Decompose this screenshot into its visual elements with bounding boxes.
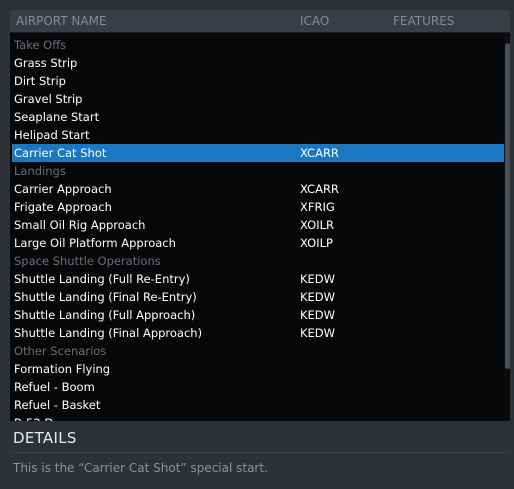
category-label: Other Scenarios	[14, 344, 107, 358]
list-item[interactable]: Formation Flying	[12, 360, 504, 378]
category-header: Take Offs	[12, 36, 504, 54]
icao-code: KEDW	[300, 272, 336, 286]
icao-code: KEDW	[300, 326, 336, 340]
category-header: Space Shuttle Operations	[12, 252, 504, 270]
airport-name: Carrier Approach	[14, 182, 112, 196]
airport-list-rows: Take Offs Grass Strip Dirt Strip Gravel Str…	[12, 36, 504, 421]
column-header-airport-name[interactable]: AIRPORT NAME	[16, 10, 107, 32]
airport-name: B-52 D...	[14, 414, 64, 421]
airport-name: Grass Strip	[14, 56, 78, 70]
category-header: Landings	[12, 162, 504, 180]
airport-name: Frigate Approach	[14, 200, 112, 214]
category-header: Other Scenarios	[12, 342, 504, 360]
icao-code: XFRIG	[300, 200, 335, 214]
airport-name: Small Oil Rig Approach	[14, 218, 146, 232]
list-item[interactable]: Refuel - Boom	[12, 378, 504, 396]
list-item[interactable]: Shuttle Landing (Final Re-Entry) KEDW	[12, 288, 504, 306]
airport-list: Take Offs Grass Strip Dirt Strip Gravel Str…	[10, 33, 510, 421]
category-label: Take Offs	[14, 38, 67, 52]
list-item[interactable]: Carrier Approach XCARR	[12, 180, 504, 198]
list-item[interactable]: B-52 D...	[12, 414, 504, 421]
list-item[interactable]: Seaplane Start	[12, 108, 504, 126]
details-description: This is the “Carrier Cat Shot” special s…	[13, 461, 268, 475]
airport-name: Shuttle Landing (Full Re-Entry)	[14, 272, 190, 286]
list-item[interactable]: Dirt Strip	[12, 72, 504, 90]
list-item[interactable]: Shuttle Landing (Full Approach) KEDW	[12, 306, 504, 324]
airport-name: Shuttle Landing (Final Approach)	[14, 326, 203, 340]
airport-name: Large Oil Platform Approach	[14, 236, 176, 250]
list-item[interactable]: Small Oil Rig Approach XOILR	[12, 216, 504, 234]
icao-code: XOILP	[300, 236, 333, 250]
list-item[interactable]: Refuel - Basket	[12, 396, 504, 414]
list-scrollbar[interactable]	[504, 33, 510, 421]
airport-name: Seaplane Start	[14, 110, 100, 124]
airport-name: Gravel Strip	[14, 92, 83, 106]
list-item[interactable]: Gravel Strip	[12, 90, 504, 108]
details-divider	[10, 452, 510, 453]
details-title: DETAILS	[13, 429, 77, 447]
column-header-icao[interactable]: ICAO	[300, 10, 329, 32]
airport-name: Formation Flying	[14, 362, 111, 376]
category-label: Landings	[14, 164, 66, 178]
list-item[interactable]: Frigate Approach XFRIG	[12, 198, 504, 216]
list-item[interactable]: Carrier Cat Shot XCARR	[12, 144, 504, 162]
list-header: AIRPORT NAME ICAO FEATURES	[10, 10, 510, 33]
column-header-features[interactable]: FEATURES	[393, 10, 454, 32]
airport-name: Refuel - Boom	[14, 380, 95, 394]
icao-code: KEDW	[300, 308, 336, 322]
airport-name: Helipad Start	[14, 128, 90, 142]
scrollbar-thumb[interactable]	[505, 43, 510, 369]
icao-code: XCARR	[300, 182, 339, 196]
list-item[interactable]: Shuttle Landing (Full Re-Entry) KEDW	[12, 270, 504, 288]
icao-code: XCARR	[300, 146, 339, 160]
airport-name: Refuel - Basket	[14, 398, 101, 412]
list-item[interactable]: Shuttle Landing (Final Approach) KEDW	[12, 324, 504, 342]
list-item[interactable]: Grass Strip	[12, 54, 504, 72]
list-item[interactable]: Large Oil Platform Approach XOILP	[12, 234, 504, 252]
icao-code: KEDW	[300, 290, 336, 304]
icao-code: XOILR	[300, 218, 334, 232]
category-label: Space Shuttle Operations	[14, 254, 161, 268]
airport-name: Carrier Cat Shot	[14, 146, 107, 160]
airport-name: Shuttle Landing (Full Approach)	[14, 308, 196, 322]
list-item[interactable]: Helipad Start	[12, 126, 504, 144]
airport-name: Dirt Strip	[14, 74, 66, 88]
airport-name: Shuttle Landing (Final Re-Entry)	[14, 290, 197, 304]
